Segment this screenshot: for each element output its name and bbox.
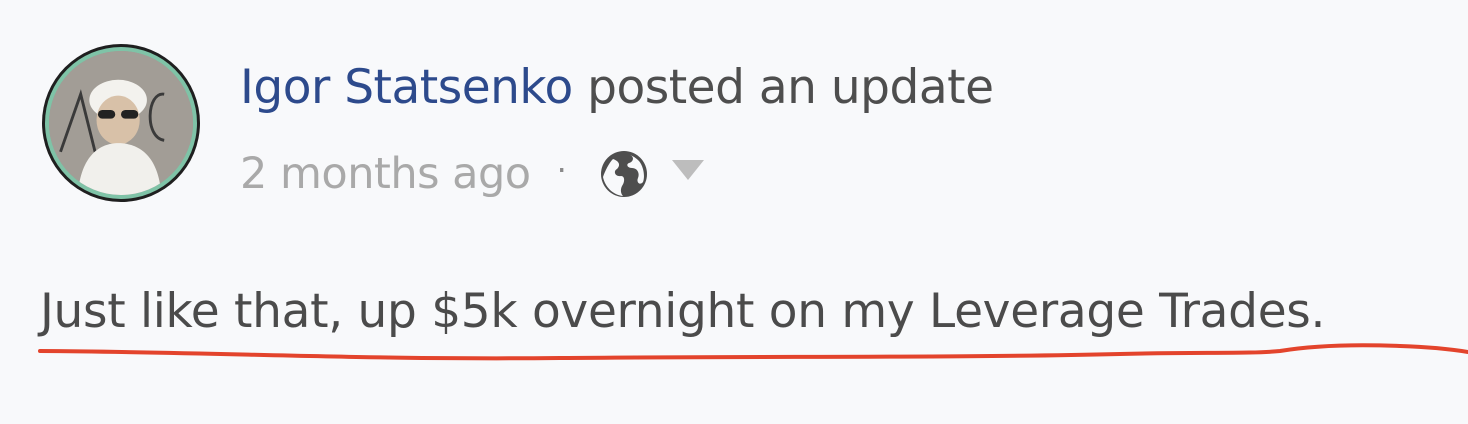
- post-action-text: posted an update: [587, 60, 994, 115]
- post-meta: 2 months ago ·: [240, 142, 705, 206]
- meta-separator: ·: [556, 151, 567, 189]
- annotation-underline: [38, 343, 1468, 361]
- caret-down-icon[interactable]: [671, 158, 705, 182]
- avatar-ring: [45, 47, 197, 199]
- globe-icon[interactable]: [599, 149, 649, 199]
- post-timestamp[interactable]: 2 months ago: [240, 149, 531, 199]
- activity-post: Igor Statsenko posted an update 2 months…: [0, 0, 1468, 424]
- author-link[interactable]: Igor Statsenko: [240, 60, 573, 115]
- author-avatar[interactable]: [42, 44, 200, 202]
- avatar-photo: [49, 51, 193, 195]
- post-header: Igor Statsenko posted an update: [240, 56, 994, 120]
- avatar-image: [49, 51, 193, 195]
